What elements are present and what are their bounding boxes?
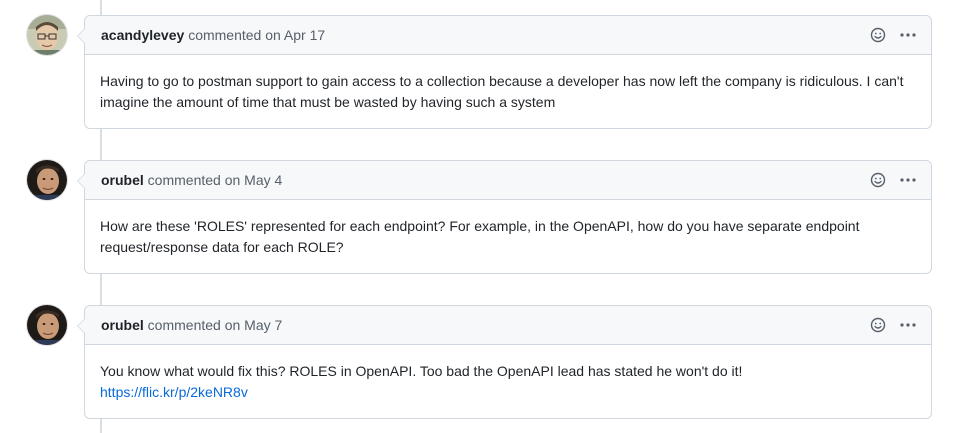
comment-actions	[867, 170, 919, 190]
timestamp-link[interactable]: on May 4	[225, 172, 283, 188]
smiley-icon[interactable]	[867, 315, 889, 335]
author-link[interactable]: acandylevey	[101, 27, 184, 43]
kebab-horizontal-icon[interactable]	[897, 315, 919, 335]
comment-link[interactable]: https://flic.kr/p/2keNR8v	[100, 384, 248, 400]
comment-box: orubel commented on May 7 You know what …	[77, 305, 932, 419]
comment-header: orubel commented on May 4	[77, 161, 931, 200]
comment-box: acandylevey commented on Apr 17 Having t…	[77, 15, 932, 129]
comment-header: acandylevey commented on Apr 17	[77, 16, 931, 55]
author-link[interactable]: orubel	[101, 172, 144, 188]
action-text: commented	[147, 172, 221, 188]
smiley-icon[interactable]	[867, 25, 889, 45]
comment-header: orubel commented on May 7	[77, 306, 931, 345]
action-text: commented	[188, 27, 262, 43]
kebab-horizontal-icon[interactable]	[897, 25, 919, 45]
comment-text: Having to go to postman support to gain …	[100, 73, 904, 110]
author-link[interactable]: orubel	[101, 317, 144, 333]
comment-meta: orubel commented on May 7	[101, 317, 282, 333]
comment-text: How are these 'ROLES' represented for ea…	[100, 218, 860, 255]
kebab-horizontal-icon[interactable]	[897, 170, 919, 190]
comment-actions	[867, 315, 919, 335]
avatar[interactable]	[27, 160, 67, 200]
comment-body: How are these 'ROLES' represented for ea…	[85, 200, 931, 273]
avatar[interactable]	[27, 305, 67, 345]
smiley-icon[interactable]	[867, 170, 889, 190]
action-text: commented	[147, 317, 221, 333]
comment-meta: acandylevey commented on Apr 17	[101, 27, 325, 43]
comment-actions	[867, 25, 919, 45]
comment-body: You know what would fix this? ROLES in O…	[85, 345, 931, 418]
comment-meta: orubel commented on May 4	[101, 172, 282, 188]
comment-body: Having to go to postman support to gain …	[85, 55, 931, 128]
comment-box: orubel commented on May 4 How are these …	[77, 160, 932, 274]
timestamp-link[interactable]: on May 7	[225, 317, 283, 333]
comment-text: You know what would fix this? ROLES in O…	[100, 363, 743, 379]
avatar[interactable]	[27, 15, 67, 55]
timestamp-link[interactable]: on Apr 17	[265, 27, 325, 43]
